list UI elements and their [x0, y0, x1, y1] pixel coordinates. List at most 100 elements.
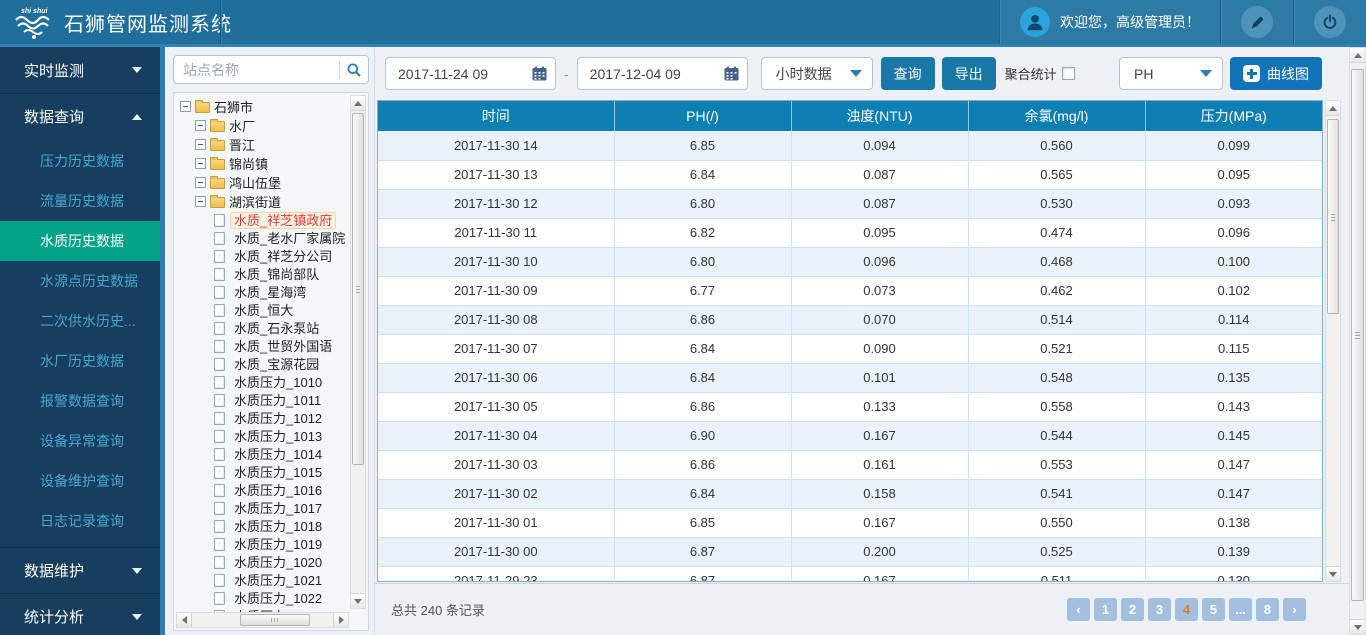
page-scrollbar[interactable] [1349, 47, 1366, 635]
metric-select[interactable]: PH [1119, 57, 1223, 90]
sidebar-subitem[interactable]: 压力历史数据 [0, 141, 160, 181]
tree-node-folder[interactable]: 晋江 [178, 135, 368, 154]
sidebar-subitem[interactable]: 水质历史数据 [0, 221, 160, 261]
sidebar-subitem[interactable]: 水厂历史数据 [0, 341, 160, 381]
sidebar-subitem[interactable]: 设备异常查询 [0, 421, 160, 461]
search-input[interactable] [183, 62, 333, 78]
sidebar-subitem[interactable]: 水源点历史数据 [0, 261, 160, 301]
logout-button[interactable] [1293, 0, 1366, 44]
table-scrollbar[interactable] [1325, 100, 1341, 582]
table-row[interactable]: 2017-11-30 00 6.87 0.200 0.525 0.139 [378, 537, 1322, 566]
sidebar-item-statistics[interactable]: 统计分析 [0, 593, 160, 635]
page-button[interactable]: 5 [1202, 598, 1225, 621]
tree-node-station[interactable]: 水质_世贸外国语 [178, 337, 368, 355]
tree-node-station[interactable]: 水质压力_1015 [178, 463, 368, 481]
tree-node-station[interactable]: 水质压力_1021 [178, 571, 368, 589]
tree-node-station[interactable]: 水质压力_1016 [178, 481, 368, 499]
tree-node-station[interactable]: 水质_老水厂家属院 [178, 229, 368, 247]
scroll-right-icon[interactable] [333, 613, 348, 627]
sidebar-subitem[interactable]: 设备维护查询 [0, 461, 160, 501]
scroll-left-icon[interactable] [177, 613, 192, 627]
export-button[interactable]: 导出 [942, 57, 996, 90]
collapse-icon[interactable] [195, 177, 206, 188]
tree-node-station[interactable]: 水质压力_1010 [178, 373, 368, 391]
page-button[interactable]: 2 [1121, 598, 1144, 621]
table-row[interactable]: 2017-11-30 13 6.84 0.087 0.565 0.095 [378, 160, 1322, 189]
table-row[interactable]: 2017-11-30 03 6.86 0.161 0.553 0.147 [378, 450, 1322, 479]
table-row[interactable]: 2017-11-30 04 6.90 0.167 0.544 0.145 [378, 421, 1322, 450]
scroll-thumb[interactable] [240, 614, 310, 626]
page-button[interactable]: 1 [1094, 598, 1117, 621]
table-row[interactable]: 2017-11-30 02 6.84 0.158 0.541 0.147 [378, 479, 1322, 508]
tree-node-folder[interactable]: 鸿山伍堡 [178, 173, 368, 192]
tree-node-station[interactable]: 水质压力_1017 [178, 499, 368, 517]
table-row[interactable]: 2017-11-30 08 6.86 0.070 0.514 0.114 [378, 305, 1322, 334]
tree-node-station[interactable]: 水质_祥芝分公司 [178, 247, 368, 265]
page-button[interactable]: 3 [1148, 598, 1171, 621]
tree-node-folder[interactable]: 水厂 [178, 116, 368, 135]
tree-node-folder[interactable]: 锦尚镇 [178, 154, 368, 173]
scroll-down-icon[interactable] [1326, 566, 1340, 581]
tree-node-station[interactable]: 水质_石永泵站 [178, 319, 368, 337]
scroll-thumb[interactable] [352, 113, 364, 465]
calendar-icon[interactable] [724, 66, 739, 81]
tree-node-station[interactable]: 水质压力_1011 [178, 391, 368, 409]
sidebar-subitem[interactable]: 日志记录查询 [0, 501, 160, 541]
table-row[interactable]: 2017-11-30 14 6.85 0.094 0.560 0.099 [378, 131, 1322, 160]
tree-node-station[interactable]: 水质_宝源花园 [178, 355, 368, 373]
table-row[interactable]: 2017-11-30 07 6.84 0.090 0.521 0.115 [378, 334, 1322, 363]
pencil-icon[interactable] [1241, 6, 1273, 38]
tree-node-station[interactable]: 水质_锦尚部队 [178, 265, 368, 283]
scroll-down-icon[interactable] [351, 593, 365, 608]
table-row[interactable]: 2017-11-30 09 6.77 0.073 0.462 0.102 [378, 276, 1322, 305]
table-row[interactable]: 2017-11-29 23 6.87 0.167 0.511 0.130 [378, 566, 1322, 582]
tree-node-station[interactable]: 水质压力_1018 [178, 517, 368, 535]
sidebar-subitem[interactable]: 二次供水历史... [0, 301, 160, 341]
aggregate-checkbox[interactable] [1062, 67, 1075, 80]
tree-node-station[interactable]: 水质压力_1019 [178, 535, 368, 553]
search-icon[interactable] [346, 62, 362, 78]
collapse-icon[interactable] [180, 101, 191, 112]
edit-button[interactable] [1220, 0, 1293, 44]
page-button[interactable]: ... [1229, 598, 1252, 621]
query-button[interactable]: 查询 [881, 57, 935, 90]
calendar-icon[interactable] [532, 66, 547, 81]
tree-node-station[interactable]: 水质压力_1013 [178, 427, 368, 445]
date-to-input[interactable]: 2017-12-04 09 [577, 57, 748, 90]
tree-node-station[interactable]: 水质压力_1022 [178, 589, 368, 607]
tree-node-station[interactable]: 水质_星海湾 [178, 283, 368, 301]
date-from-input[interactable]: 2017-11-24 09 [385, 57, 556, 90]
collapse-icon[interactable] [195, 120, 206, 131]
tree-node-root[interactable]: 石狮市 [178, 97, 368, 116]
sidebar-subitem[interactable]: 流量历史数据 [0, 181, 160, 221]
scroll-up-icon[interactable] [351, 96, 365, 111]
tree-node-station[interactable]: 水质压力_1020 [178, 553, 368, 571]
page-button[interactable]: ‹ [1067, 598, 1090, 621]
scroll-up-icon[interactable] [1350, 48, 1365, 63]
collapse-icon[interactable] [195, 139, 206, 150]
page-button[interactable]: › [1283, 598, 1306, 621]
scroll-thumb[interactable] [1351, 69, 1364, 601]
collapse-icon[interactable] [195, 196, 206, 207]
table-row[interactable]: 2017-11-30 01 6.85 0.167 0.550 0.138 [378, 508, 1322, 537]
tree-scrollbar-horizontal[interactable] [176, 612, 349, 628]
table-row[interactable]: 2017-11-30 11 6.82 0.095 0.474 0.096 [378, 218, 1322, 247]
curve-chart-button[interactable]: 曲线图 [1230, 57, 1322, 90]
sidebar-item-realtime-monitor[interactable]: 实时监测 [0, 47, 160, 93]
scroll-thumb[interactable] [1327, 119, 1339, 314]
table-row[interactable]: 2017-11-30 12 6.80 0.087 0.530 0.093 [378, 189, 1322, 218]
tree-scrollbar-vertical[interactable] [350, 95, 366, 609]
table-row[interactable]: 2017-11-30 05 6.86 0.133 0.558 0.143 [378, 392, 1322, 421]
tree-node-station[interactable]: 水质压力_1014 [178, 445, 368, 463]
page-button[interactable]: 4 [1175, 598, 1198, 621]
scroll-down-icon[interactable] [1350, 619, 1365, 634]
table-row[interactable]: 2017-11-30 06 6.84 0.101 0.548 0.135 [378, 363, 1322, 392]
sidebar-item-data-query[interactable]: 数据查询 [0, 93, 160, 139]
tree-node-station[interactable]: 水质压力_1012 [178, 409, 368, 427]
sidebar-item-data-maintenance[interactable]: 数据维护 [0, 547, 160, 593]
tree-node-folder[interactable]: 湖滨街道 [178, 192, 368, 211]
tree-node-station[interactable]: 水质_恒大 [178, 301, 368, 319]
power-icon[interactable] [1314, 6, 1346, 38]
page-button[interactable]: 8 [1256, 598, 1279, 621]
sidebar-subitem[interactable]: 报警数据查询 [0, 381, 160, 421]
